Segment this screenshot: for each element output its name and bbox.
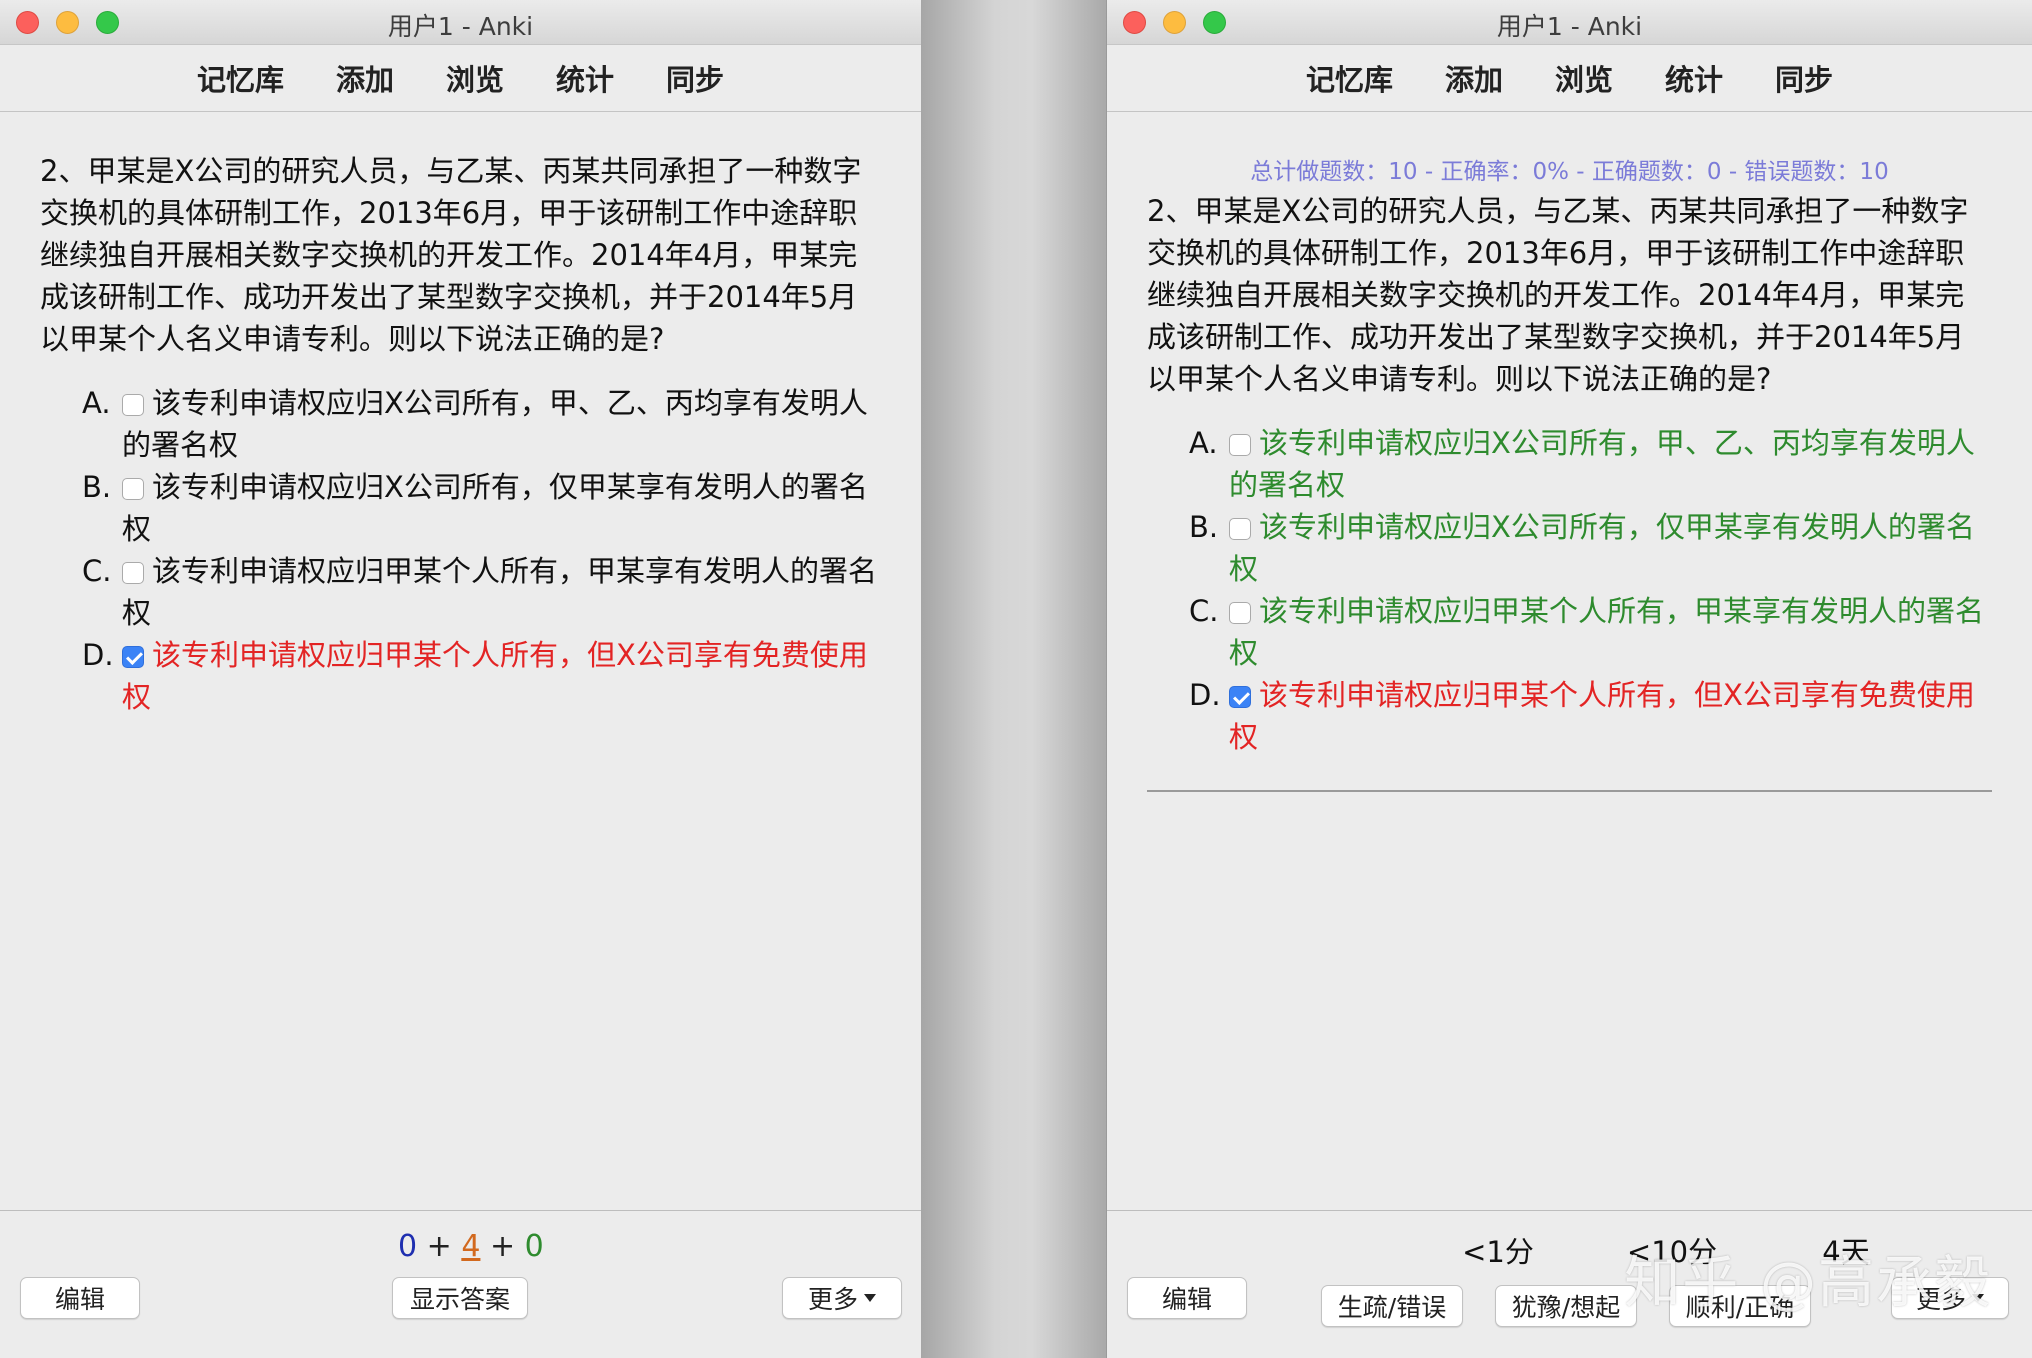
option-text: 该专利申请权应归甲某个人所有，但X公司享有免费使用权 <box>1229 678 1975 754</box>
card-content: 总计做题数：10 - 正确率：0% - 正确题数：0 - 错误题数：10 2、甲… <box>1147 152 1992 758</box>
title-bar: 用户1 - Anki <box>0 0 921 45</box>
edit-button-label: 编辑 <box>1161 1285 1212 1314</box>
anki-window-answer: 用户1 - Anki 记忆库 添加 浏览 统计 同步 总计做题数：10 - 正确… <box>1106 0 2032 1358</box>
option-b: B. 该专利申请权应归X公司所有，仅甲某享有发明人的署名权 <box>82 466 881 550</box>
option-b-checkbox[interactable] <box>1229 518 1251 540</box>
toolbar-decks[interactable]: 记忆库 <box>1306 57 1393 99</box>
plus-sign: + <box>426 1229 452 1264</box>
toolbar-browse[interactable]: 浏览 <box>1555 57 1613 99</box>
option-letter: B. <box>82 470 112 504</box>
main-toolbar: 记忆库 添加 浏览 统计 同步 <box>1107 45 2032 112</box>
option-letter: B. <box>1189 510 1219 544</box>
option-c: C. 该专利申请权应归甲某个人所有，甲某享有发明人的署名权 <box>82 550 881 634</box>
option-text: 该专利申请权应归甲某个人所有，但X公司享有免费使用权 <box>122 638 868 714</box>
plus-sign: + <box>489 1229 516 1264</box>
question-text: 2、甲某是X公司的研究人员，与乙某、丙某共同承担了一种数字交换机的具体研制工作，… <box>1147 194 1969 396</box>
option-letter: C. <box>82 554 112 588</box>
option-d: D. 该专利申请权应归甲某个人所有，但X公司享有免费使用权 <box>1189 674 1992 758</box>
learn-count: 4 <box>461 1229 481 1264</box>
toolbar-sync[interactable]: 同步 <box>666 57 724 99</box>
toolbar-add[interactable]: 添加 <box>1445 57 1503 99</box>
review-bottom-bar: 0 + 4 + 0 编辑 显示答案 更多 <box>0 1210 921 1358</box>
ease-interval-good: 4天 <box>1822 1235 1870 1269</box>
card-content: 2、甲某是X公司的研究人员，与乙某、丙某共同承担了一种数字交换机的具体研制工作，… <box>40 150 881 718</box>
option-text: 该专利申请权应归X公司所有，仅甲某享有发明人的署名权 <box>1229 510 1975 586</box>
review-count: 0 <box>524 1229 544 1264</box>
toolbar-sync[interactable]: 同步 <box>1775 57 1833 99</box>
ease-hard-button[interactable]: 犹豫/想起 <box>1495 1285 1637 1327</box>
option-c-checkbox[interactable] <box>1229 602 1251 624</box>
anki-window-question: 用户1 - Anki 记忆库 添加 浏览 统计 同步 2、甲某是X公司的研究人员… <box>0 0 921 1358</box>
ease-good-button[interactable]: 顺利/正确 <box>1669 1285 1811 1327</box>
answer-divider <box>1147 790 1992 792</box>
option-d-checkbox[interactable] <box>122 646 144 668</box>
option-a-checkbox[interactable] <box>1229 434 1251 456</box>
ease-hard-label: 犹豫/想起 <box>1511 1293 1621 1322</box>
more-button[interactable]: 更多 <box>1891 1277 2009 1319</box>
show-answer-label: 显示答案 <box>409 1285 510 1314</box>
main-toolbar: 记忆库 添加 浏览 统计 同步 <box>0 45 921 112</box>
options-list: A. 该专利申请权应归X公司所有，甲、乙、丙均享有发明人的署名权 B. 该专利申… <box>1189 422 1992 758</box>
option-text: 该专利申请权应归X公司所有，甲、乙、丙均享有发明人的署名权 <box>1229 426 1975 502</box>
due-counts: 0 + 4 + 0 <box>398 1229 544 1264</box>
option-letter: C. <box>1189 594 1219 628</box>
option-a: A. 该专利申请权应归X公司所有，甲、乙、丙均享有发明人的署名权 <box>1189 422 1992 506</box>
question-text: 2、甲某是X公司的研究人员，与乙某、丙某共同承担了一种数字交换机的具体研制工作，… <box>40 154 862 356</box>
more-button-label: 更多 <box>1915 1285 1966 1314</box>
title-bar: 用户1 - Anki <box>1107 0 2032 45</box>
option-letter: A. <box>82 386 111 420</box>
option-text: 该专利申请权应归X公司所有，仅甲某享有发明人的署名权 <box>122 470 868 546</box>
toolbar-add[interactable]: 添加 <box>336 57 394 99</box>
toolbar-stats[interactable]: 统计 <box>1665 57 1723 99</box>
option-c-checkbox[interactable] <box>122 562 144 584</box>
more-button[interactable]: 更多 <box>782 1277 902 1319</box>
ease-again-button[interactable]: 生疏/错误 <box>1321 1285 1463 1327</box>
window-title: 用户1 - Anki <box>1496 12 1643 41</box>
option-letter: A. <box>1189 426 1218 460</box>
option-text: 该专利申请权应归甲某个人所有，甲某享有发明人的署名权 <box>1229 594 1985 670</box>
options-list: A. 该专利申请权应归X公司所有，甲、乙、丙均享有发明人的署名权 B. 该专利申… <box>82 382 881 718</box>
chevron-down-icon <box>864 1294 876 1302</box>
edit-button[interactable]: 编辑 <box>1127 1277 1247 1319</box>
option-b: B. 该专利申请权应归X公司所有，仅甲某享有发明人的署名权 <box>1189 506 1992 590</box>
option-letter: D. <box>1189 678 1221 712</box>
option-b-checkbox[interactable] <box>122 478 144 500</box>
window-gap <box>921 0 1106 1358</box>
option-d-checkbox[interactable] <box>1229 686 1251 708</box>
option-a: A. 该专利申请权应归X公司所有，甲、乙、丙均享有发明人的署名权 <box>82 382 881 466</box>
edit-button-label: 编辑 <box>54 1285 105 1314</box>
option-text: 该专利申请权应归甲某个人所有，甲某享有发明人的署名权 <box>122 554 878 630</box>
ease-interval-hard: <10分 <box>1626 1235 1718 1269</box>
option-text: 该专利申请权应归X公司所有，甲、乙、丙均享有发明人的署名权 <box>122 386 868 462</box>
answer-bottom-bar: <1分 <10分 4天 编辑 生疏/错误 犹豫/想起 顺利/正确 更多 <box>1107 1210 2032 1358</box>
show-answer-button[interactable]: 显示答案 <box>392 1277 528 1319</box>
option-c: C. 该专利申请权应归甲某个人所有，甲某享有发明人的署名权 <box>1189 590 1992 674</box>
toolbar-decks[interactable]: 记忆库 <box>197 57 284 99</box>
window-title: 用户1 - Anki <box>387 12 534 41</box>
ease-again-label: 生疏/错误 <box>1337 1293 1447 1322</box>
option-d: D. 该专利申请权应归甲某个人所有，但X公司享有免费使用权 <box>82 634 881 718</box>
option-letter: D. <box>82 638 114 672</box>
toolbar-stats[interactable]: 统计 <box>556 57 614 99</box>
new-count: 0 <box>398 1229 418 1264</box>
chevron-down-icon <box>1972 1294 1984 1302</box>
more-button-label: 更多 <box>807 1285 858 1314</box>
edit-button[interactable]: 编辑 <box>20 1277 140 1319</box>
option-a-checkbox[interactable] <box>122 394 144 416</box>
ease-good-label: 顺利/正确 <box>1685 1293 1795 1322</box>
stats-line: 总计做题数：10 - 正确率：0% - 正确题数：0 - 错误题数：10 <box>1250 159 1889 185</box>
toolbar-browse[interactable]: 浏览 <box>446 57 504 99</box>
ease-interval-again: <1分 <box>1462 1235 1534 1269</box>
